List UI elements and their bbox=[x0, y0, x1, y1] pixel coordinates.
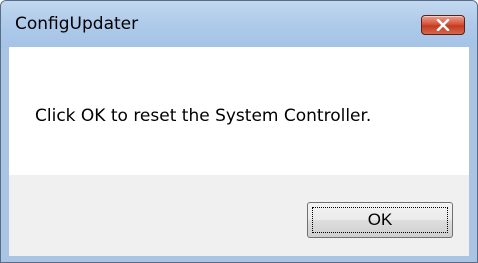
window-title: ConfigUpdater bbox=[15, 14, 139, 34]
ok-button[interactable]: OK bbox=[307, 202, 453, 238]
dialog-body: Click OK to reset the System Controller.… bbox=[9, 47, 469, 256]
dialog-message: Click OK to reset the System Controller. bbox=[35, 106, 372, 126]
close-icon bbox=[436, 19, 450, 31]
title-bar[interactable]: ConfigUpdater bbox=[1, 1, 477, 47]
ok-button-label: OK bbox=[367, 210, 393, 229]
message-panel: Click OK to reset the System Controller. bbox=[9, 47, 469, 175]
dialog-window: ConfigUpdater Click OK to reset the Syst… bbox=[0, 0, 478, 263]
close-button[interactable] bbox=[421, 15, 465, 35]
